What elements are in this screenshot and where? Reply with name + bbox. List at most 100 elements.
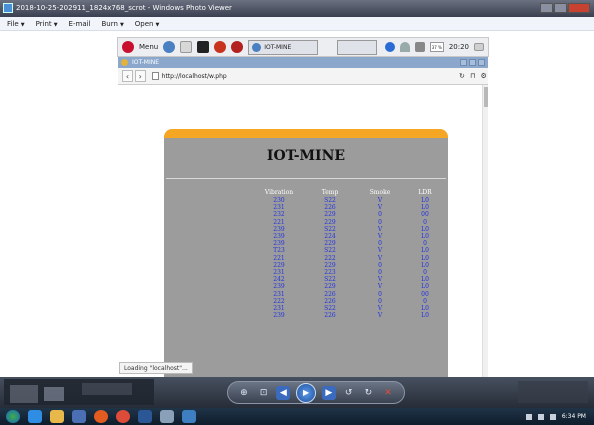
browser-viewport: IOT-MINE Vibration Temp Smoke LDR 230 S22… (118, 85, 482, 377)
network-icon[interactable] (549, 413, 556, 420)
browser-title: IOT-MINE (132, 59, 159, 66)
start-button[interactable] (6, 410, 20, 423)
delete-icon[interactable]: ✕ (381, 386, 395, 400)
vibration-cell: 239 (273, 312, 285, 320)
table-header-row: Vibration Temp Smoke LDR (164, 188, 448, 197)
scrollbar-thumb[interactable] (484, 87, 488, 107)
smoke-cell: V (377, 283, 383, 291)
table-row: 231 223 0 0 (164, 269, 448, 276)
maximize-button[interactable] (554, 3, 567, 13)
slideshow-button[interactable]: ▶ (296, 382, 317, 403)
ldr-cell: L0 (421, 247, 429, 255)
actual-size-icon[interactable]: ⊡ (257, 386, 271, 400)
minimize-button[interactable] (540, 3, 553, 13)
rotate-right-icon[interactable]: ↻ (361, 386, 375, 400)
ie-icon[interactable] (28, 410, 42, 423)
next-button[interactable]: ▶ (321, 385, 336, 400)
windows-taskbar: 6:34 PM (0, 408, 594, 425)
browser-close-button[interactable] (478, 59, 485, 66)
folder-icon[interactable] (50, 410, 64, 423)
vibration-cell: 239 (273, 233, 285, 241)
photo-viewer-taskbar-icon[interactable] (182, 410, 196, 423)
smoke-cell: V (377, 247, 383, 255)
temp-cell: S22 (324, 305, 336, 313)
browser-minimize-button[interactable] (460, 59, 467, 66)
task-iot-mine[interactable]: IOT-MINE (248, 39, 319, 55)
chrome-icon[interactable] (116, 410, 130, 423)
browser-scrollbar[interactable] (482, 85, 488, 377)
media-icon[interactable] (72, 410, 86, 423)
row-spacer (164, 219, 256, 226)
vibration-cell: 230 (273, 197, 285, 204)
chevron-down-icon: ▼ (53, 22, 58, 28)
browser-toolbar: ‹ › http://localhost/w.php ↻ ⊓ ⚙ (118, 68, 488, 85)
chevron-down-icon: ▼ (119, 22, 124, 28)
rpi-menu-label[interactable]: Menu (139, 43, 158, 51)
temp-cell: S22 (324, 247, 336, 255)
vibration-cell: 221 (273, 254, 285, 262)
forward-button[interactable]: › (134, 70, 146, 82)
flag-icon[interactable] (537, 413, 544, 420)
smoke-cell: 0 (378, 297, 382, 305)
rotate-left-icon[interactable]: ↺ (342, 386, 356, 400)
address-bar[interactable]: http://localhost/w.php (151, 70, 456, 82)
vibration-cell: 232 (273, 211, 285, 219)
vibration-cell: 231 (273, 269, 285, 277)
app-icon[interactable] (160, 410, 174, 423)
menu-open[interactable]: Open ▼ (135, 17, 160, 30)
word-icon[interactable] (138, 410, 152, 423)
terminal-icon[interactable] (197, 41, 210, 53)
zoom-icon[interactable]: ⊕ (237, 386, 251, 400)
raspberry-icon[interactable] (122, 41, 134, 53)
smoke-cell: V (377, 225, 383, 233)
ldr-cell: L0 (421, 276, 429, 284)
task-folder[interactable] (337, 39, 378, 55)
tray-icon[interactable] (525, 413, 532, 420)
screen: 2018-10-25-202911_1824x768_scrot - Windo… (0, 0, 594, 425)
firefox-icon[interactable] (94, 410, 108, 423)
system-tray: 6:34 PM (525, 413, 594, 420)
row-spacer (164, 283, 256, 290)
file-manager-icon[interactable] (180, 41, 193, 53)
settings-gear-icon[interactable]: ⚙ (479, 72, 488, 80)
task-label: IOT-MINE (264, 43, 292, 51)
row-spacer (164, 226, 256, 233)
temp-cell: S22 (324, 197, 336, 204)
menu-print[interactable]: Print ▼ (36, 17, 58, 30)
bookmark-icon[interactable]: ⊓ (468, 72, 477, 80)
reload-icon[interactable]: ↻ (458, 72, 467, 80)
close-button[interactable] (568, 3, 590, 13)
row-spacer (164, 305, 256, 312)
eject-icon[interactable] (474, 43, 484, 51)
wifi-icon[interactable] (399, 42, 410, 52)
browser-icon[interactable] (163, 41, 176, 53)
vibration-cell: 231 (273, 204, 285, 212)
previous-button[interactable]: ◀ (276, 385, 291, 400)
menu-burn[interactable]: Burn ▼ (102, 17, 124, 30)
settings-icon[interactable] (214, 41, 227, 53)
vibration-cell: 221 (273, 218, 285, 226)
temp-cell: 222 (324, 254, 336, 262)
bluetooth-icon[interactable] (384, 42, 395, 52)
back-button[interactable]: ‹ (122, 70, 133, 82)
row-spacer (164, 269, 256, 276)
menu-email[interactable]: E-mail (69, 17, 91, 30)
page-icon (151, 72, 159, 80)
table-row: 232 229 0 00 (164, 211, 448, 218)
temp-cell: 224 (324, 233, 336, 241)
window-controls (540, 3, 590, 13)
app-icon[interactable] (231, 41, 244, 53)
ldr-cell: L0 (421, 204, 429, 212)
header-spacer (164, 188, 256, 197)
ldr-cell: L0 (421, 197, 429, 204)
table-row: 230 S22 V L0 (164, 197, 448, 204)
menu-file[interactable]: File ▼ (7, 17, 25, 30)
temp-cell: 229 (324, 218, 336, 226)
rpi-clock: 20:20 (448, 43, 469, 51)
browser-maximize-button[interactable] (469, 59, 476, 66)
vibration-cell: 239 (273, 225, 285, 233)
vibration-cell: T23 (273, 247, 285, 255)
rpi-taskbar: Menu IOT-MINE 37 % 20:20 (117, 37, 489, 57)
table-body: 230 S22 V L0 231 226 V L0 232 229 0 00 221 229 0 0 239 S2… (164, 197, 448, 319)
volume-icon[interactable] (414, 42, 425, 52)
